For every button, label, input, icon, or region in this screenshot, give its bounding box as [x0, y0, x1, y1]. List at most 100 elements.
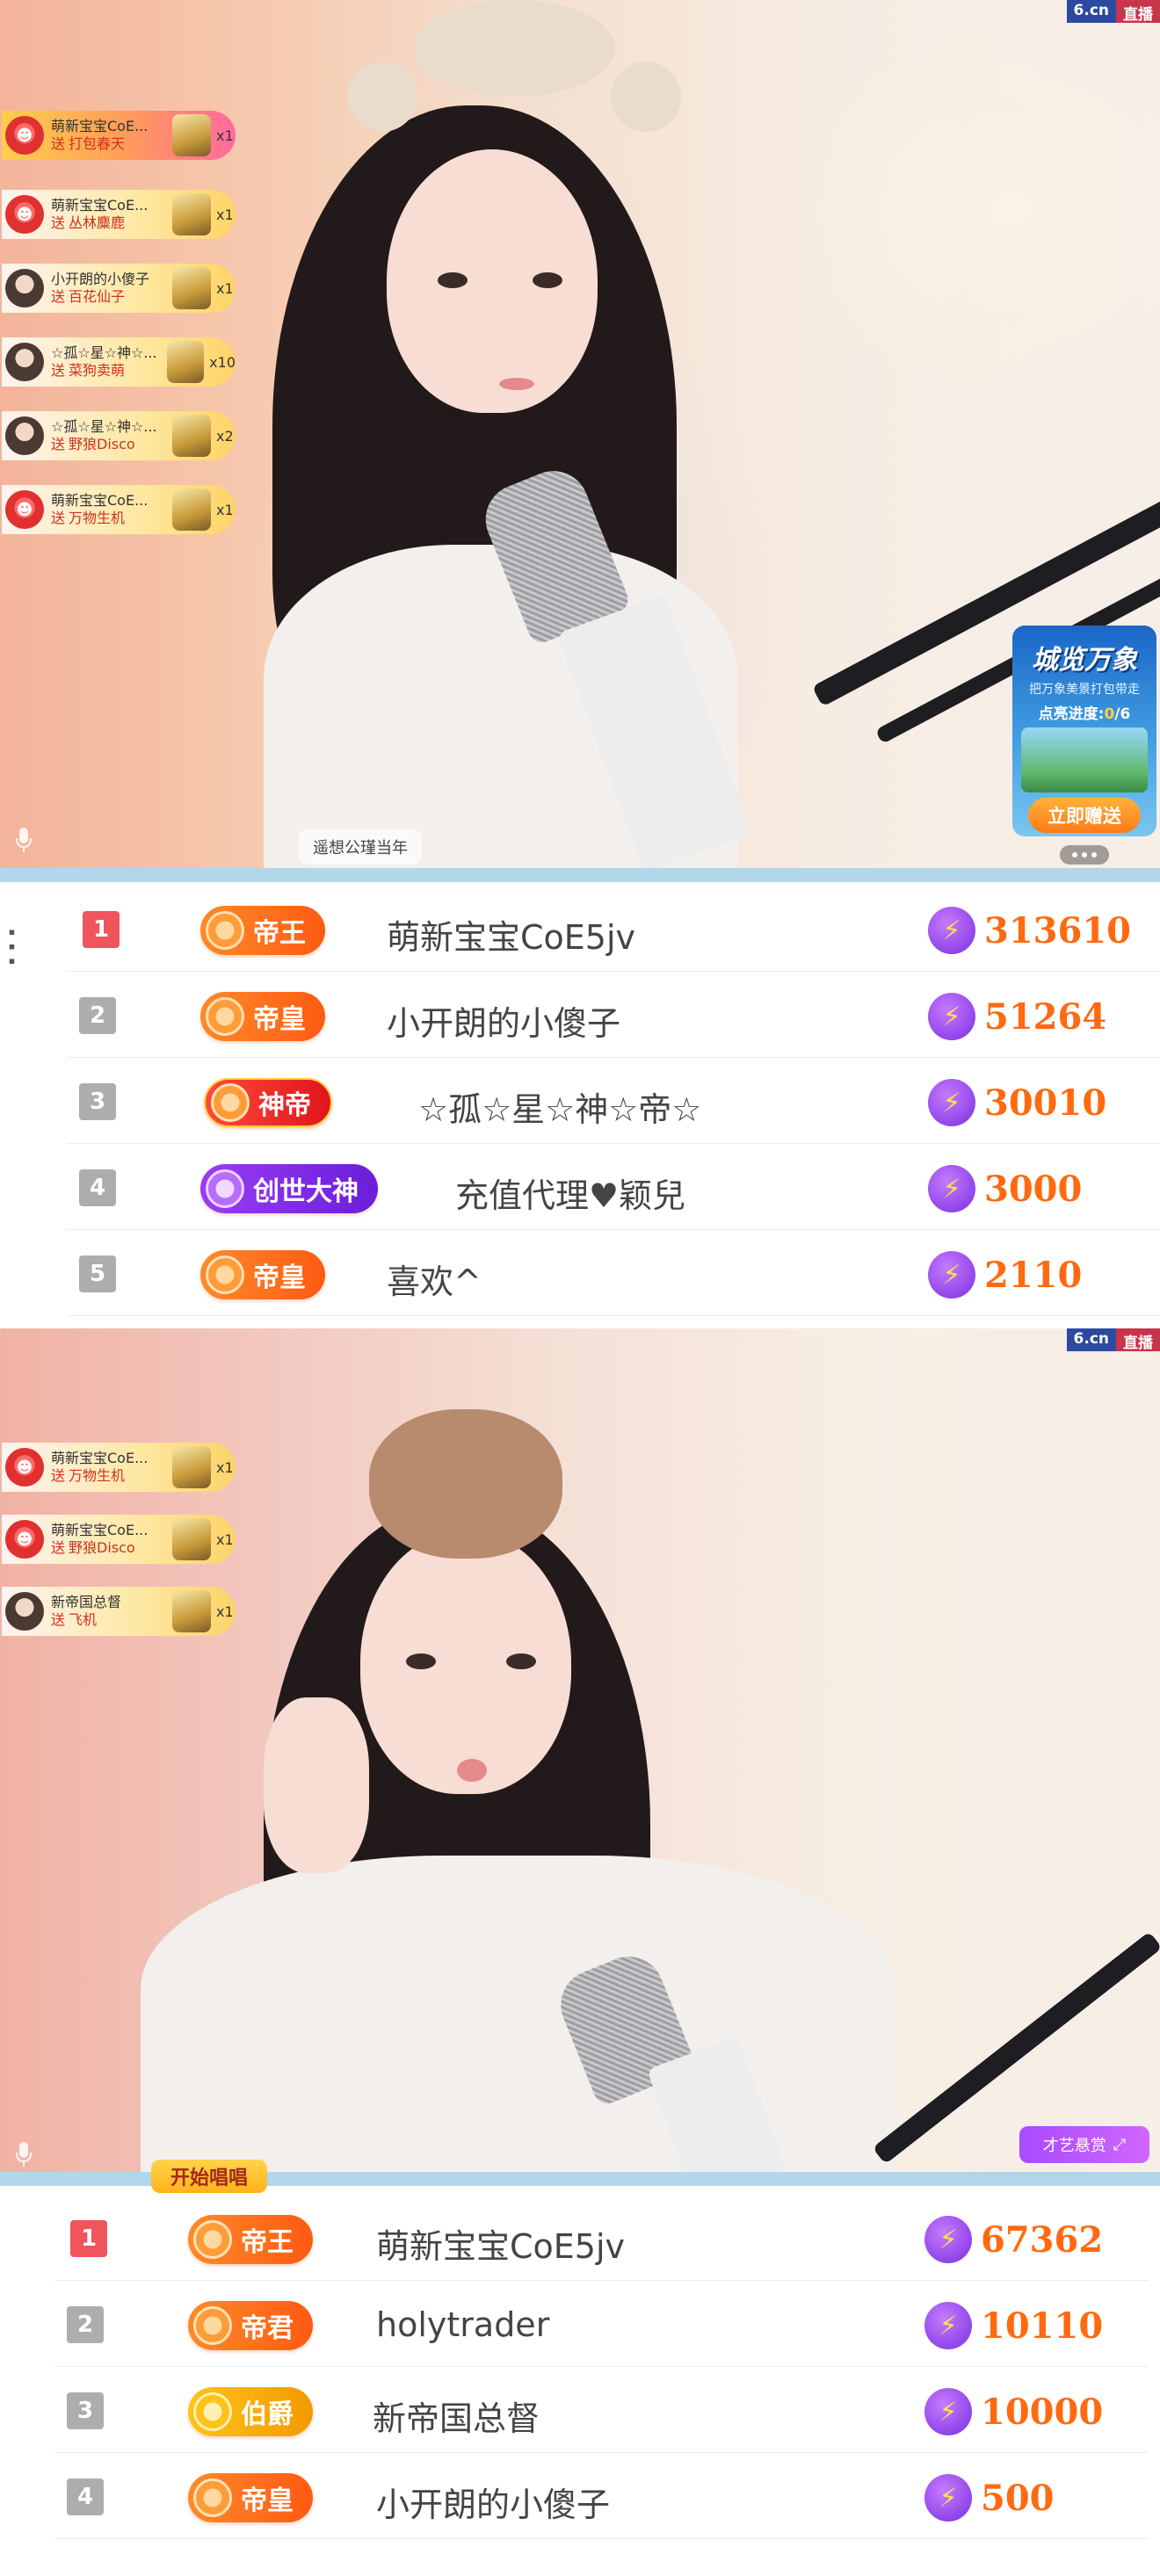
badge-emblem-icon [206, 911, 244, 950]
rank-row[interactable]: 5 帝皇 喜欢^ ⚡ 2110 [67, 1230, 1160, 1316]
promo-banner[interactable]: 城览万象 把万象美景打包带走 点亮进度:0/6 立即赠送 [1012, 626, 1156, 836]
gift-icon [172, 1518, 211, 1560]
gift-icon [172, 1590, 211, 1632]
rank-row[interactable]: 1 帝王 萌新宝宝CoE5jv ⚡ 67362 [54, 2195, 1148, 2281]
score: ⚡ 10000 [924, 2388, 1103, 2435]
streamer-shirt [141, 1856, 896, 2172]
rank-row[interactable]: 2 帝皇 小开朗的小傻子 ⚡ 51264 [67, 972, 1160, 1058]
page: 6.cn 直播 ☻ 萌新宝宝CoE... 送打包春天 x1 ☻ 萌新宝宝CoE.… [0, 0, 1160, 2576]
gift-line: 送菜狗卖萌 [51, 362, 126, 379]
microphone-icon[interactable] [14, 2140, 33, 2168]
ranking-list-2: 1 帝王 萌新宝宝CoE5jv ⚡ 67362 2 帝君 holytrader ⚡… [0, 2195, 1160, 2539]
gift-icon [167, 341, 205, 383]
gift-icon [172, 1446, 211, 1488]
live-video-2[interactable]: 6.cn 直播 ☻ 萌新宝宝CoE... 送万物生机 x1 ☻ 萌新宝宝CoE.… [0, 1328, 1160, 2172]
gift-notification: ☻ 萌新宝宝CoE... 送丛林麋鹿 x1 [2, 190, 236, 239]
gift-icon [172, 267, 211, 309]
talent-reward-button[interactable]: 才艺悬赏 ⤢ [1019, 2126, 1149, 2163]
rank-badge: 帝皇 [188, 2473, 313, 2522]
rank-badge: 创世大神 [200, 1164, 378, 1213]
rank-number: 3 [79, 1083, 116, 1120]
gift-icon [172, 114, 211, 156]
rank-row[interactable]: 3 神帝 ☆孤☆星☆神☆帝☆ ⚡ 30010 [67, 1058, 1160, 1144]
send-now-button[interactable]: 立即赠送 [1028, 798, 1141, 833]
logo-right: 直播 [1116, 1328, 1160, 1352]
carousel-dots[interactable] [1060, 845, 1109, 865]
gifter-avatar: ☻ [5, 1448, 44, 1487]
gifter-avatar: ☻ [5, 490, 44, 529]
rank-row[interactable]: 2 帝君 holytrader ⚡ 10110 [54, 2281, 1148, 2367]
gifter-avatar [5, 416, 44, 455]
rank-row[interactable]: 1 帝王 萌新宝宝CoE5jv ⚡ 313610 [67, 886, 1160, 972]
user-name: 新帝国总督 [373, 2399, 540, 2438]
gifter-name: 萌新宝宝CoE... [51, 492, 149, 509]
gifter-name: ☆孤☆星☆神☆... [51, 418, 157, 435]
gift-line: 送飞机 [51, 1611, 98, 1628]
streamer-eye [506, 1653, 536, 1669]
badge-emblem-icon [193, 2478, 232, 2517]
badge-emblem-icon [206, 1169, 244, 1208]
badge-emblem-icon [206, 997, 244, 1036]
live-video-1[interactable]: 6.cn 直播 ☻ 萌新宝宝CoE... 送打包春天 x1 ☻ 萌新宝宝CoE.… [0, 0, 1160, 868]
microphone-icon[interactable] [14, 826, 33, 854]
user-name: 小开朗的小傻子 [376, 2486, 611, 2524]
gift-icon [172, 488, 211, 531]
stream-tag[interactable]: 遥想公瑾当年 [299, 829, 422, 865]
streamer-eye [438, 272, 468, 288]
streamer-eye [406, 1653, 436, 1669]
gift-notification: 小开朗的小傻子 送百花仙子 x1 [2, 264, 236, 313]
gift-notification: ☆孤☆星☆神☆... 送菜狗卖萌 x10 [2, 337, 236, 387]
badge-emblem-icon [211, 1083, 250, 1122]
gift-line: 送百花仙子 [51, 288, 126, 305]
gift-notification: ☻ 萌新宝宝CoE... 送打包春天 x1 [2, 111, 236, 160]
user-name: 萌新宝宝CoE5jv [387, 918, 636, 957]
promo-description: 把万象美景打包带走 [1029, 683, 1140, 697]
streamer-face [387, 149, 598, 413]
gifter-name: 新帝国总督 [51, 1594, 122, 1610]
rank-badge: 神帝 [204, 1078, 332, 1127]
rank-row[interactable]: 4 帝皇 小开朗的小傻子 ⚡ 500 [54, 2453, 1148, 2539]
rank-number: 5 [79, 1255, 116, 1292]
divider-strip [0, 868, 1160, 882]
lightning-icon: ⚡ [924, 2388, 972, 2435]
score: ⚡ 67362 [924, 2216, 1103, 2263]
gifter-avatar: ☻ [5, 195, 44, 234]
gifter-avatar: ☻ [5, 116, 44, 155]
gifter-avatar [5, 269, 44, 308]
logo-left: 6.cn [1066, 1328, 1116, 1351]
gift-line: 送万物生机 [51, 1467, 126, 1484]
logo-right: 直播 [1116, 0, 1160, 24]
streamer-lips [457, 1759, 487, 1782]
gifter-name: 萌新宝宝CoE... [51, 197, 149, 213]
rank-row[interactable]: 4 创世大神 充值代理♥颖兒 ⚡ 3000 [67, 1144, 1160, 1230]
gift-notification: ☻ 萌新宝宝CoE... 送野狼Disco x1 [2, 1515, 236, 1564]
score: ⚡ 500 [924, 2474, 1055, 2522]
bear-ear [347, 62, 417, 132]
badge-emblem-icon [193, 2392, 232, 2431]
bear-headband [413, 0, 615, 97]
promo-artwork [1021, 727, 1148, 792]
rank-badge: 帝王 [200, 906, 325, 955]
site-logo: 6.cn 直播 [1066, 1328, 1160, 1352]
badge-emblem-icon [206, 1255, 244, 1294]
gift-count: x1 [216, 1458, 234, 1476]
rank-number: 4 [79, 1169, 116, 1206]
streamer-hand [264, 1697, 369, 1873]
logo-left: 6.cn [1066, 0, 1116, 23]
user-name: holytrader [376, 2305, 550, 2344]
rank-row[interactable]: 3 伯爵 新帝国总督 ⚡ 10000 [54, 2367, 1148, 2453]
promo-title: 城览万象 [1032, 645, 1137, 676]
site-logo: 6.cn 直播 [1066, 0, 1160, 24]
streamer-eye [533, 272, 562, 288]
expand-icon: ⤢ [1113, 2135, 1127, 2154]
gift-icon [172, 415, 211, 457]
song-tab[interactable]: 开始唱唱 [151, 2160, 268, 2193]
bear-ear [611, 62, 681, 132]
lightning-icon: ⚡ [928, 907, 975, 954]
lightning-icon: ⚡ [928, 1165, 975, 1212]
user-name: 萌新宝宝CoE5jv [376, 2227, 626, 2266]
score: ⚡ 313610 [928, 907, 1131, 954]
promo-progress: 点亮进度:0/6 [1038, 706, 1131, 723]
streamer-face [360, 1530, 571, 1794]
rank-badge: 帝王 [188, 2215, 313, 2264]
